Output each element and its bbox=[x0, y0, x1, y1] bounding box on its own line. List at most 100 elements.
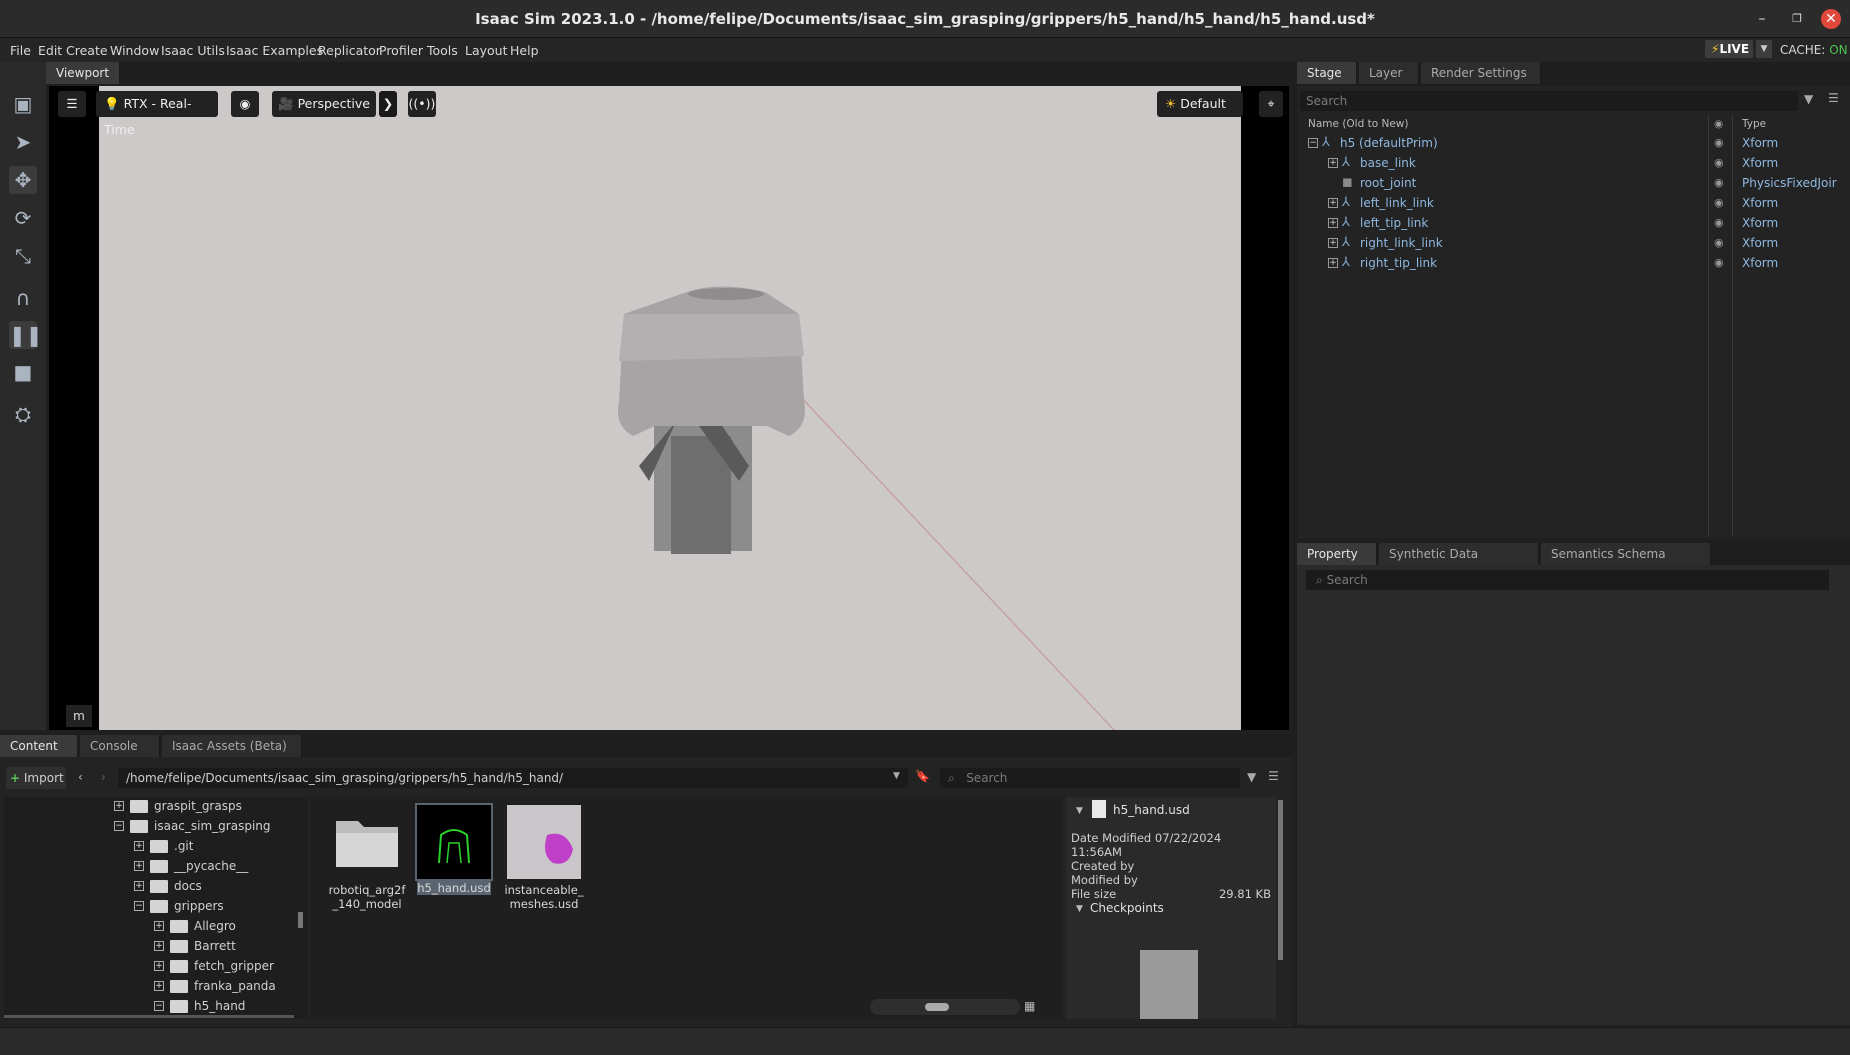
visibility-eye-icon[interactable]: ◉ bbox=[231, 91, 259, 117]
menu-isaac-examples[interactable]: Isaac Examples bbox=[226, 43, 323, 58]
menu-layout[interactable]: Layout bbox=[465, 43, 508, 58]
snap-magnet-icon[interactable]: ∩ bbox=[9, 284, 37, 312]
viewport-settings-icon[interactable]: ☰ bbox=[58, 91, 86, 117]
eye-icon[interactable]: ◉ bbox=[1714, 156, 1724, 169]
expand-icon[interactable]: + bbox=[134, 881, 144, 891]
tab-viewport[interactable]: Viewport bbox=[46, 62, 121, 84]
filter-icon[interactable]: ▼ bbox=[1804, 92, 1813, 106]
stop-icon[interactable]: ■ bbox=[9, 358, 37, 386]
viewport-scene[interactable] bbox=[99, 86, 1241, 730]
tab-console[interactable]: Console bbox=[80, 735, 160, 757]
details-scrollbar[interactable] bbox=[1278, 800, 1283, 960]
tree-scrollbar[interactable] bbox=[298, 912, 303, 928]
stage-row[interactable]: + ⅄ right_tip_link ◉ Xform bbox=[1298, 253, 1843, 273]
menu-tools[interactable]: Tools bbox=[427, 43, 458, 58]
forward-icon[interactable]: › bbox=[101, 770, 106, 784]
expand-chevron-icon[interactable]: ❯ bbox=[379, 91, 397, 117]
menu-profiler[interactable]: Profiler bbox=[379, 43, 423, 58]
tree-item[interactable]: fetch_gripper bbox=[194, 959, 274, 973]
eye-icon[interactable]: ◉ bbox=[1714, 196, 1724, 209]
select-arrow-icon[interactable]: ➤ bbox=[9, 128, 37, 156]
menu-create[interactable]: Create bbox=[66, 43, 108, 58]
scale-icon[interactable]: ⤡ bbox=[9, 242, 37, 270]
restore-icon[interactable]: ❐ bbox=[1787, 9, 1807, 29]
stage-row[interactable]: − ⅄ h5 (defaultPrim) ◉ Xform bbox=[1298, 133, 1843, 153]
tree-item[interactable]: isaac_sim_grasping bbox=[154, 819, 271, 833]
path-dropdown-icon[interactable]: ▼ bbox=[893, 771, 900, 781]
tree-item[interactable]: __pycache__ bbox=[174, 859, 248, 873]
file-tile-selected[interactable] bbox=[415, 803, 493, 881]
menu-isaac-utils[interactable]: Isaac Utils bbox=[161, 43, 225, 58]
grid-view-icon[interactable]: ▦ bbox=[1024, 999, 1035, 1013]
expand-icon[interactable]: + bbox=[154, 961, 164, 971]
stage-row[interactable]: + ⅄ right_link_link ◉ Xform bbox=[1298, 233, 1843, 253]
bookmark-icon[interactable]: 🔖 bbox=[915, 769, 930, 783]
stage-search-input[interactable]: Search bbox=[1300, 91, 1798, 111]
tree-item[interactable]: grippers bbox=[174, 899, 224, 913]
expand-icon[interactable]: + bbox=[1328, 238, 1338, 248]
stage-row[interactable]: + ⅄ base_link ◉ Xform bbox=[1298, 153, 1843, 173]
tab-synthetic-data-recorder[interactable]: Synthetic Data Recorder bbox=[1379, 543, 1539, 583]
tree-item[interactable]: graspit_grasps bbox=[154, 799, 242, 813]
pause-icon[interactable]: ❚❚ bbox=[9, 321, 43, 349]
zoom-slider-thumb[interactable] bbox=[925, 1003, 949, 1011]
eye-icon[interactable]: ◉ bbox=[1714, 236, 1724, 249]
content-options-icon[interactable]: ☰ bbox=[1268, 769, 1279, 783]
create-cube-icon[interactable]: ▣ bbox=[9, 90, 37, 118]
tab-semantics-schema-editor[interactable]: Semantics Schema Editor bbox=[1541, 543, 1711, 583]
pin-icon[interactable]: ⌖ bbox=[1259, 91, 1283, 117]
expand-icon[interactable]: + bbox=[154, 981, 164, 991]
minimize-icon[interactable]: – bbox=[1752, 9, 1772, 29]
move-icon[interactable]: ✥ bbox=[9, 166, 37, 194]
rotate-icon[interactable]: ⟳ bbox=[9, 204, 37, 232]
column-type[interactable]: Type bbox=[1742, 118, 1766, 130]
column-name[interactable]: Name (Old to New) bbox=[1308, 118, 1408, 130]
file-tile[interactable] bbox=[507, 805, 581, 879]
tree-item[interactable]: h5_hand bbox=[194, 999, 245, 1013]
eye-icon[interactable]: ◉ bbox=[1714, 176, 1724, 189]
tree-item[interactable]: franka_panda bbox=[194, 979, 276, 993]
back-icon[interactable]: ‹ bbox=[78, 770, 83, 784]
expand-icon[interactable]: + bbox=[1328, 218, 1338, 228]
filter-icon[interactable]: ▼ bbox=[1247, 770, 1256, 784]
stage-row[interactable]: + ⅄ left_link_link ◉ Xform bbox=[1298, 193, 1843, 213]
menu-edit[interactable]: Edit bbox=[38, 43, 62, 58]
path-field[interactable]: /home/felipe/Documents/isaac_sim_graspin… bbox=[118, 768, 908, 788]
stream-icon[interactable]: ((•)) bbox=[408, 91, 436, 117]
lighting-button[interactable]: ☀ Default bbox=[1157, 91, 1243, 117]
collapse-icon[interactable]: − bbox=[154, 1001, 164, 1011]
tab-stage[interactable]: Stage bbox=[1297, 62, 1357, 84]
import-button[interactable]: + Import bbox=[6, 767, 66, 789]
viewport[interactable] bbox=[49, 86, 1289, 730]
expand-icon[interactable]: + bbox=[154, 941, 164, 951]
physics-icon[interactable]: ⛭ bbox=[9, 400, 37, 428]
checkpoints-header[interactable]: Checkpoints bbox=[1090, 901, 1164, 915]
stage-row[interactable]: ◼ root_joint ◉ PhysicsFixedJoir bbox=[1298, 173, 1843, 193]
units-button[interactable]: m bbox=[66, 705, 92, 727]
eye-icon[interactable]: ◉ bbox=[1714, 216, 1724, 229]
renderer-button[interactable]: 💡 RTX - Real-Time bbox=[96, 91, 218, 137]
expand-icon[interactable]: + bbox=[134, 841, 144, 851]
tree-item[interactable]: .git bbox=[174, 839, 193, 853]
collapse-icon[interactable]: − bbox=[1308, 138, 1318, 148]
eye-icon[interactable]: ◉ bbox=[1714, 256, 1724, 269]
tab-isaac-assets[interactable]: Isaac Assets (Beta) bbox=[162, 735, 302, 757]
tree-item[interactable]: docs bbox=[174, 879, 202, 893]
tree-item[interactable]: Allegro bbox=[194, 919, 236, 933]
property-search-input[interactable]: ⌕ Search bbox=[1306, 570, 1829, 590]
collapse-arrow-icon[interactable]: ▼ bbox=[1076, 806, 1083, 816]
expand-icon[interactable]: + bbox=[1328, 198, 1338, 208]
menu-file[interactable]: File bbox=[10, 43, 31, 58]
collapse-icon[interactable]: − bbox=[114, 821, 124, 831]
menu-help[interactable]: Help bbox=[510, 43, 539, 58]
tab-render-settings[interactable]: Render Settings bbox=[1421, 62, 1541, 84]
expand-icon[interactable]: + bbox=[134, 861, 144, 871]
menu-replicator[interactable]: Replicator bbox=[318, 43, 381, 58]
live-button[interactable]: ⚡LIVE bbox=[1705, 40, 1753, 58]
eye-icon[interactable]: ◉ bbox=[1714, 136, 1724, 149]
tree-hscrollbar[interactable] bbox=[4, 1015, 294, 1018]
file-tile[interactable] bbox=[330, 805, 404, 879]
tree-item[interactable]: Barrett bbox=[194, 939, 236, 953]
expand-icon[interactable]: + bbox=[1328, 258, 1338, 268]
column-visibility-eye-icon[interactable]: ◉ bbox=[1714, 118, 1723, 130]
